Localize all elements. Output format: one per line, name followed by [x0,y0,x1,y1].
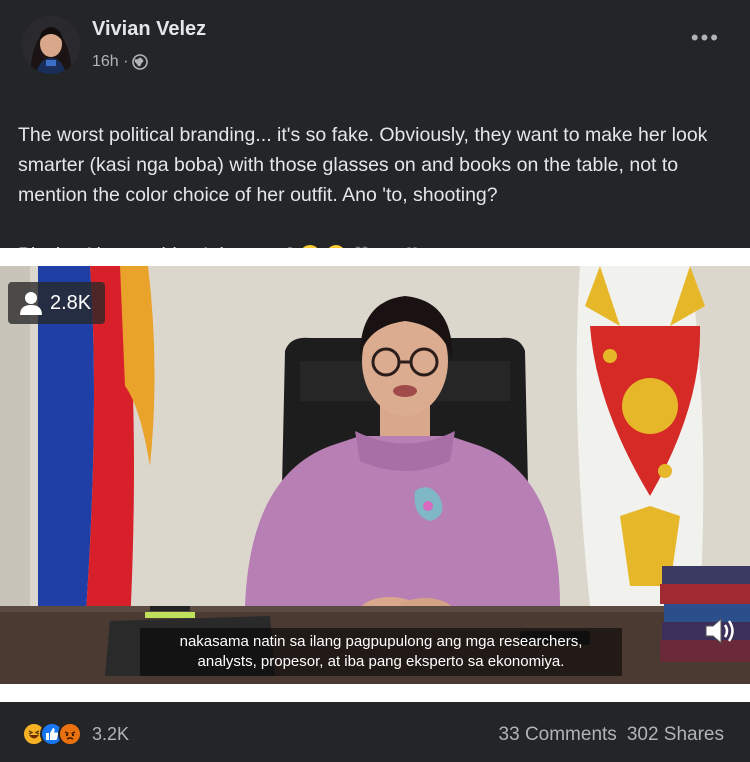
post-footer: 3.2K 33 Comments 302 Shares [0,702,750,762]
shares-count-link[interactable]: 302 Shares [627,724,724,746]
comments-count-link[interactable]: 33 Comments [499,724,617,746]
video-subtitle: nakasama natin sa ilang pagpupulong ang … [140,628,622,676]
person-icon [20,292,42,315]
volume-button[interactable] [700,611,740,651]
reactions-summary[interactable]: 3.2K [22,722,129,746]
avatar[interactable] [22,16,80,74]
globe-icon[interactable] [132,54,149,70]
video-frame[interactable] [0,266,750,684]
video-still-image [0,266,750,684]
post-meta: 16h · [92,53,149,71]
live-viewer-count: 2.8K [8,282,106,324]
more-options-icon[interactable]: ••• [691,27,720,49]
reaction-count: 3.2K [92,723,130,744]
post-stats: 33 Comments 302 Shares [499,724,724,746]
viewer-count-value: 2.8K [50,291,92,314]
post-time[interactable]: 16h · [92,53,128,71]
facebook-post: Vivian Velez 16h · ••• The worst politic… [0,0,750,762]
angry-icon [58,722,82,746]
post-header: Vivian Velez 16h · ••• [0,0,750,80]
subtitle-line2: analysts, propesor, at iba pang eksperto… [197,653,565,670]
video-player[interactable]: 2.8K nakasama natin sa ilang pagpupulong… [0,248,750,702]
post-text-line1: The worst political branding... it's so … [18,124,708,206]
post-author-name[interactable]: Vivian Velez [92,18,206,41]
avatar-image [22,16,80,74]
subtitle-line1: nakasama natin sa ilang pagpupulong ang … [179,633,583,650]
speaker-icon [705,617,734,645]
